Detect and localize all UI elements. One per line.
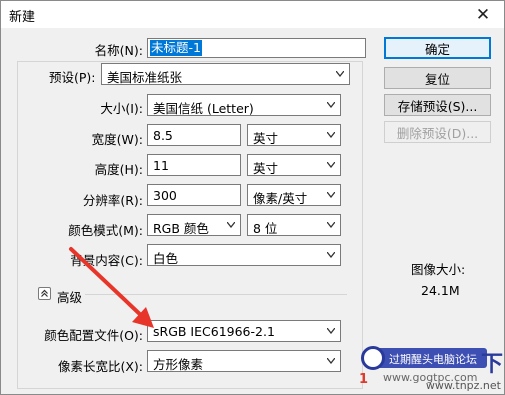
watermark-logo (361, 346, 385, 370)
watermark-url-2: www.tnpz.net (425, 379, 501, 392)
annotation-arrow (69, 247, 154, 328)
watermark: 过期醒头电脑论坛 下 1 www.gogtpc.com www.tnpz.net (359, 346, 505, 394)
watermark-digit: 1 (359, 372, 369, 387)
watermark-banner: 过期醒头电脑论坛 (371, 348, 487, 368)
new-document-dialog: 新建 ✕ 名称(N): 未标题-1 预设(P): 美国标准纸张 大小(I): 美… (0, 0, 505, 395)
watermark-glyph: 下 (480, 352, 503, 377)
